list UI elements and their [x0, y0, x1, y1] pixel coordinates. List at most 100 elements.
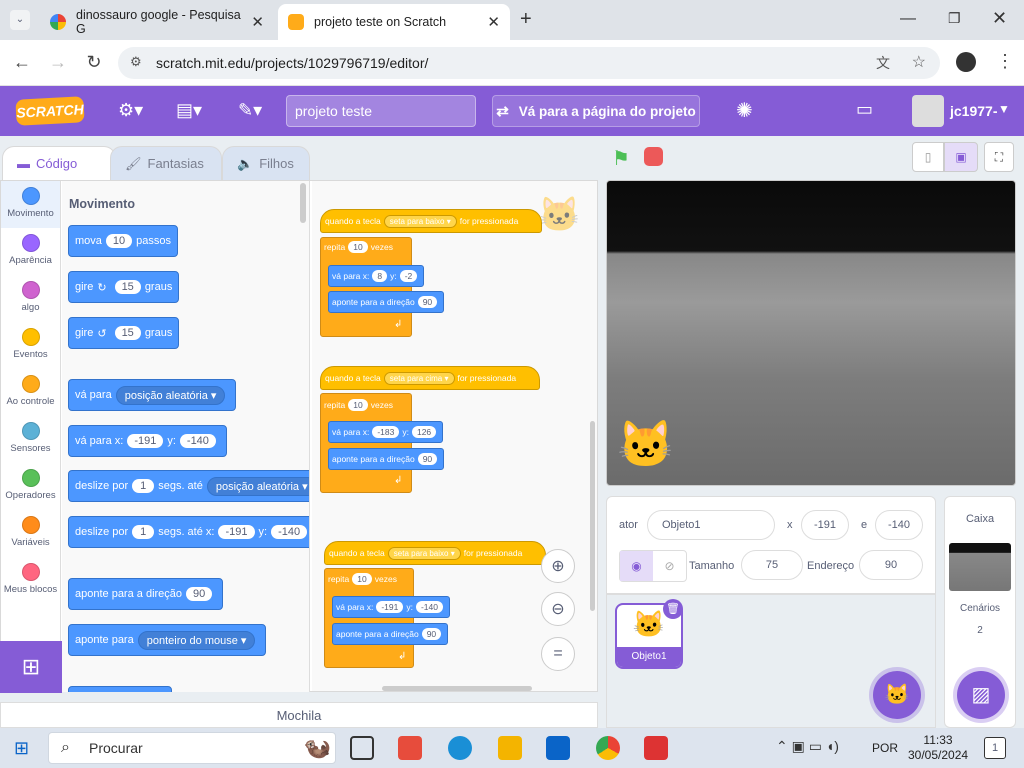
block-turn-left[interactable]: gire ↺ 15 graus [68, 317, 180, 349]
clock[interactable]: 11:33 30/05/2024 [908, 733, 968, 763]
backpack-bar[interactable]: Mochila [0, 702, 598, 728]
tab-search-icon[interactable]: ⌄ [10, 10, 30, 30]
tab-costumes[interactable]: 🖌 Fantasias [110, 146, 222, 180]
translate-icon[interactable]: 文 [876, 53, 890, 73]
user-avatar[interactable] [912, 95, 944, 127]
category-variables[interactable]: Variáveis [1, 510, 60, 557]
mail-icon[interactable] [546, 736, 570, 760]
url-field[interactable]: ⚙ scratch.mit.edu/projects/1029796719/ed… [118, 47, 940, 79]
site-info-icon[interactable]: ⚙ [130, 54, 142, 70]
language-indicator[interactable]: POR [872, 741, 898, 755]
stage-canvas[interactable]: 🐱 [606, 180, 1016, 486]
block-input[interactable]: -183 [372, 426, 400, 438]
block-input[interactable]: -140 [179, 434, 216, 448]
forward-icon[interactable]: → [46, 52, 70, 73]
see-project-page-button[interactable]: ⇄ Vá para a página do projeto [492, 95, 700, 127]
category-events[interactable]: Eventos [1, 322, 60, 369]
cat-sprite[interactable]: 🐱 [617, 417, 674, 472]
snipping-tool-icon[interactable] [644, 736, 668, 760]
block-input[interactable]: -191 [376, 601, 404, 613]
menu-kebab-icon[interactable]: ⋮ [996, 51, 1014, 72]
block-turn-right[interactable]: gire ↻ 15 graus [68, 271, 180, 303]
block-input[interactable]: 90 [421, 628, 442, 640]
block-input[interactable]: -191 [218, 525, 255, 539]
scratch-logo[interactable]: SCRATCH [15, 96, 85, 126]
bookmark-star-icon[interactable]: ☆ [912, 52, 926, 72]
close-window-button[interactable]: ✕ [992, 8, 1007, 29]
block-input[interactable]: 10 [105, 234, 133, 248]
tab-sounds[interactable]: 🔈 Filhos [222, 146, 310, 180]
category-control[interactable]: Ao controle [1, 369, 60, 416]
palette-scrollbar[interactable] [300, 183, 306, 223]
block-point-in-direction[interactable]: aponte para a direção 90 [328, 291, 445, 313]
block-input[interactable]: 15 [114, 280, 141, 294]
store-icon[interactable] [398, 736, 422, 760]
block-go-to-xy[interactable]: vá para x: -183 y: 126 [328, 421, 444, 443]
block-glide-to[interactable]: deslize por 1 segs. até posição aleatória ▾ [68, 470, 309, 502]
block-input[interactable]: 90 [417, 296, 438, 308]
block-dropdown[interactable]: ponteiro do mouse ▾ [137, 630, 256, 650]
x-input[interactable]: -191 [801, 510, 849, 540]
block-move-steps[interactable]: mova 10 passos [68, 225, 179, 257]
block-input[interactable]: 90 [417, 453, 438, 465]
profile-avatar[interactable] [956, 52, 976, 72]
category-motion[interactable]: Movimento [1, 181, 60, 228]
hide-eye-icon[interactable]: ⊘ [653, 551, 686, 581]
zoom-out-icon[interactable]: ⊖ [541, 592, 575, 626]
tab-code[interactable]: ▬ Código [2, 146, 116, 180]
system-tray-icons[interactable]: ⌃ ▣ ▭ ◖) [776, 738, 839, 755]
small-stage-button[interactable]: ▯ [912, 142, 944, 172]
windows-start-icon[interactable]: ⊞ [14, 738, 29, 759]
user-chevron-down-icon[interactable]: ▼ [998, 102, 1010, 116]
block-go-to[interactable]: vá para posição aleatória ▾ [68, 379, 237, 411]
chrome-icon[interactable] [596, 736, 620, 760]
block-input[interactable]: 10 [348, 241, 368, 253]
block-dropdown[interactable]: seta para baixo ▾ [383, 214, 457, 228]
browser-tab-google[interactable]: dinossauro google - Pesquisa G ✕ [40, 4, 274, 40]
project-title-input[interactable]: projeto teste [286, 95, 476, 127]
block-input[interactable]: -140 [415, 601, 443, 613]
block-input[interactable]: 1 [132, 525, 155, 539]
block-dropdown[interactable]: posição aleatória ▾ [206, 476, 309, 496]
size-input[interactable]: 75 [741, 550, 803, 580]
block-dropdown[interactable]: posição aleatória ▾ [115, 385, 226, 405]
close-tab-icon[interactable]: ✕ [251, 13, 264, 31]
new-tab-button[interactable]: + [520, 8, 532, 31]
add-extension-icon[interactable]: ⊞ [0, 641, 62, 693]
delete-sprite-icon[interactable]: 🗑 [663, 599, 683, 619]
block-go-to-xy[interactable]: vá para x: 8 y: -2 [328, 265, 425, 287]
category-my-blocks[interactable]: Meus blocos [1, 557, 60, 604]
block-input[interactable]: -2 [399, 270, 418, 282]
file-explorer-icon[interactable] [498, 736, 522, 760]
block-input[interactable]: 8 [372, 270, 388, 282]
my-stuff-folder-icon[interactable]: ▭ [856, 99, 873, 120]
notification-center-icon[interactable]: 1 [984, 737, 1006, 759]
browser-tab-scratch[interactable]: projeto teste on Scratch ✕ [278, 4, 510, 40]
stop-icon[interactable] [644, 147, 663, 166]
when-key-pressed-block[interactable]: quando a tecla seta para cima ▾ for pressi… [320, 366, 540, 390]
reload-icon[interactable]: ↻ [82, 52, 106, 73]
category-operators[interactable]: Operadores [1, 463, 60, 510]
sprite-name-input[interactable]: Objeto1 [647, 510, 775, 540]
block-input[interactable]: 15 [114, 326, 141, 340]
zoom-in-icon[interactable]: ⊕ [541, 549, 575, 583]
block-input[interactable]: -140 [271, 525, 308, 539]
block-input[interactable]: 90 [186, 587, 213, 601]
minimize-button[interactable]: — [900, 10, 916, 28]
back-icon[interactable]: ← [10, 52, 34, 73]
direction-input[interactable]: 90 [859, 550, 923, 580]
y-input[interactable]: -140 [875, 510, 923, 540]
block-input[interactable]: 10 [352, 573, 372, 585]
add-sprite-button[interactable]: 🐱 [873, 671, 921, 719]
block-go-to-xy[interactable]: vá para x: -191 y: -140 [332, 596, 450, 618]
block-input[interactable]: 10 [348, 399, 368, 411]
block-point-in-direction[interactable]: aponte para a direção 90 [68, 578, 224, 610]
block-input[interactable]: 1 [132, 479, 155, 493]
taskbar-search-input[interactable]: ⌕ Procurar 🦦 [48, 732, 336, 764]
category-looks[interactable]: Aparência [1, 228, 60, 275]
block-dropdown[interactable]: seta para cima ▾ [383, 371, 455, 385]
zoom-reset-icon[interactable]: = [541, 637, 575, 671]
username-label[interactable]: jc1977- [950, 103, 997, 119]
block-point-in-direction[interactable]: aponte para a direção 90 [328, 448, 445, 470]
green-flag-icon[interactable]: ⚑ [612, 146, 630, 171]
